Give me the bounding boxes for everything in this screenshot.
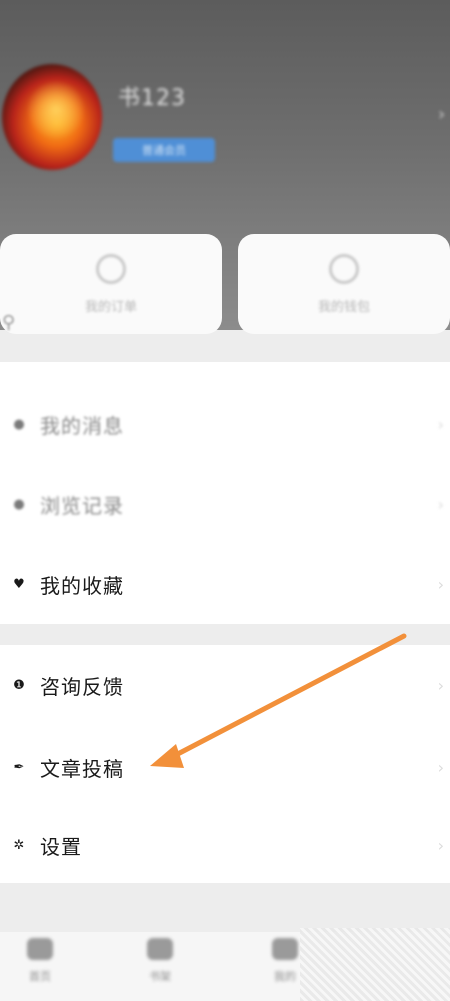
chevron-right-icon: ›	[437, 835, 444, 855]
tab-bookshelf[interactable]: 书架	[120, 938, 200, 984]
chevron-right-icon: ›	[437, 414, 444, 434]
menu-item-label: 浏览记录	[40, 493, 124, 518]
chevron-right-icon: ›	[437, 675, 444, 695]
menu-item-favorites[interactable]: ♥ 我的收藏 ›	[0, 554, 450, 614]
menu-item-label: 咨询反馈	[40, 674, 124, 699]
menu-item-submit-article[interactable]: ✒ 文章投稿 ›	[0, 737, 450, 797]
menu-item-label: 设置	[40, 834, 82, 859]
watermark	[300, 928, 450, 1001]
wallet-icon	[329, 254, 359, 284]
chevron-right-icon: ›	[437, 574, 444, 594]
username[interactable]: 书123	[118, 80, 186, 112]
chevron-right-icon: ›	[437, 757, 444, 777]
heart-icon: ♥	[13, 576, 25, 592]
avatar-flame-graphic	[26, 80, 86, 140]
search-icon[interactable]: ⚲	[2, 312, 15, 333]
pen-icon: ✒	[13, 759, 25, 775]
menu-group-top: ● 我的消息 › ● 浏览记录 › ♥ 我的收藏 ›	[0, 362, 450, 624]
quick-action-label: 我的钱包	[317, 300, 370, 315]
quick-action-wallet[interactable]: 我的钱包	[238, 234, 450, 334]
home-icon	[27, 938, 53, 960]
history-icon: ●	[13, 496, 25, 512]
message-icon: ●	[13, 416, 25, 432]
tab-label: 首页	[29, 970, 51, 983]
menu-item-label: 我的消息	[40, 413, 124, 438]
menu-item-label: 我的收藏	[40, 573, 124, 598]
menu-item-label: 文章投稿	[40, 756, 124, 781]
quick-action-label: 我的订单	[84, 300, 137, 315]
menu-group-bottom: ❶ 咨询反馈 › ✒ 文章投稿 › ✲ 设置 ›	[0, 645, 450, 883]
member-badge: 普通会员	[113, 138, 215, 162]
menu-item-feedback[interactable]: ❶ 咨询反馈 ›	[0, 655, 450, 715]
menu-item-history[interactable]: ● 浏览记录 ›	[0, 474, 450, 534]
gear-icon: ✲	[13, 837, 25, 853]
user-icon	[272, 938, 298, 960]
tab-label: 书架	[149, 970, 171, 983]
menu-item-settings[interactable]: ✲ 设置 ›	[0, 815, 450, 875]
tab-home[interactable]: 首页	[0, 938, 80, 984]
chevron-right-icon[interactable]: ›	[438, 104, 450, 125]
info-icon: ❶	[13, 677, 25, 693]
chevron-right-icon: ›	[437, 494, 444, 514]
order-icon	[96, 254, 126, 284]
book-icon	[147, 938, 173, 960]
menu-item-messages[interactable]: ● 我的消息 ›	[0, 394, 450, 454]
quick-action-orders[interactable]: 我的订单	[0, 234, 222, 334]
